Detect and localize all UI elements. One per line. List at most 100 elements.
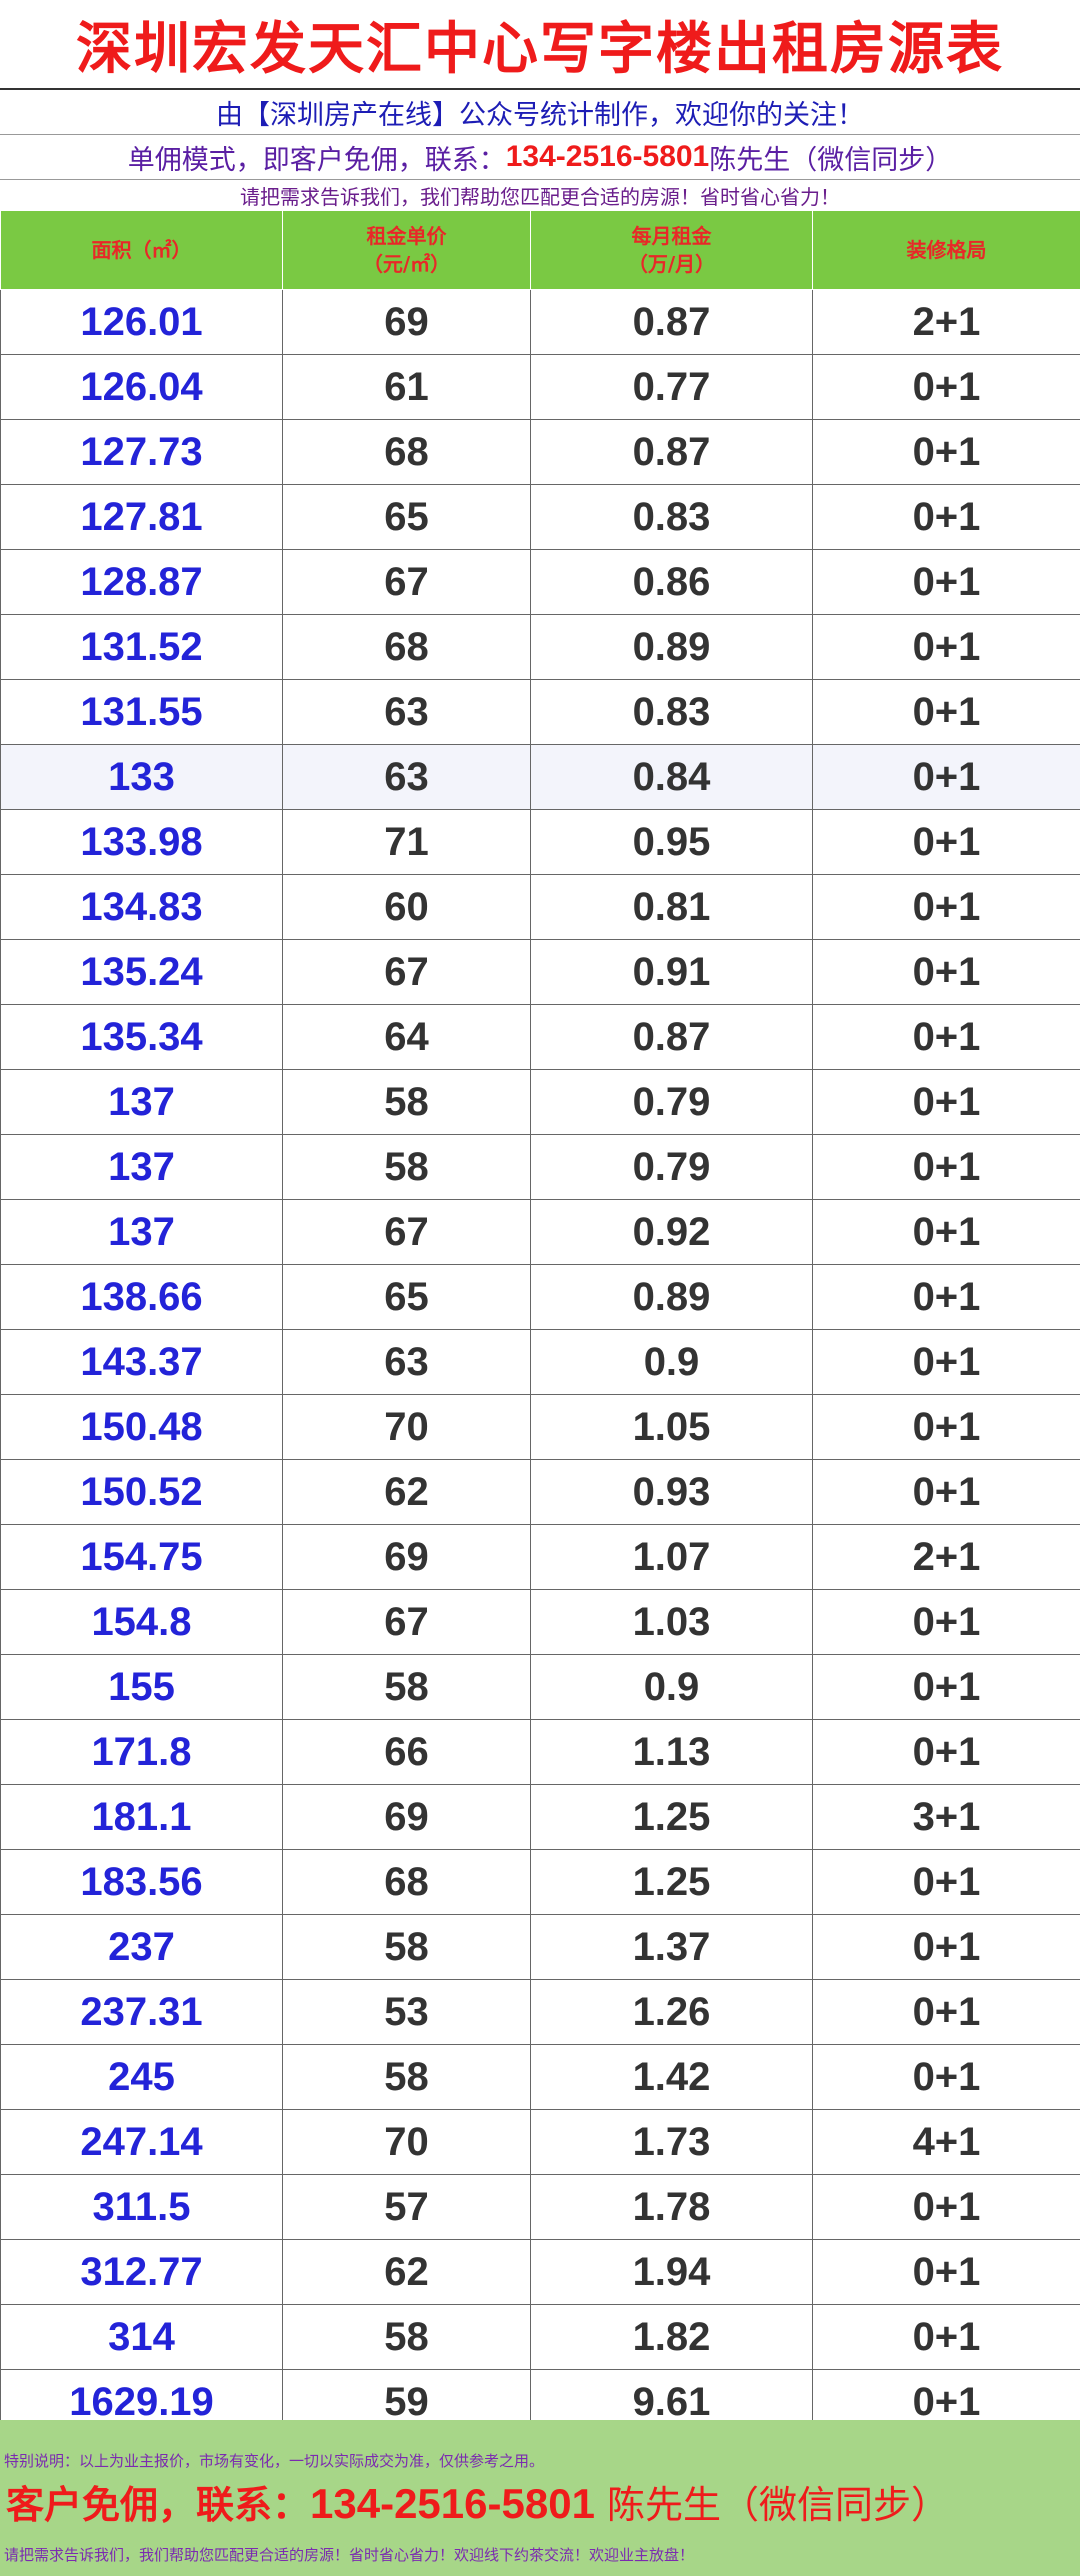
cell-layout: 0+1 — [812, 1264, 1080, 1330]
column-header-layout: 装修格局 — [812, 210, 1080, 290]
cell-unit-price: 71 — [282, 809, 531, 875]
table-row: 155 58 0.9 0+1 — [0, 1654, 1080, 1720]
cell-layout: 4+1 — [812, 2109, 1080, 2175]
cell-unit-price: 58 — [282, 1654, 531, 1720]
table-row: 127.81 65 0.83 0+1 — [0, 484, 1080, 550]
table-row: 137 58 0.79 0+1 — [0, 1134, 1080, 1200]
cell-layout: 0+1 — [812, 1134, 1080, 1200]
contact-suffix: 陈先生（微信同步） — [709, 144, 953, 176]
cell-monthly-rent: 0.87 — [530, 419, 813, 485]
cell-unit-price: 58 — [282, 1914, 531, 1980]
title-bar: 深圳宏发天汇中心写字楼出租房源表 — [0, 0, 1080, 90]
cell-unit-price: 62 — [282, 2239, 531, 2305]
cell-area: 138.66 — [0, 1264, 283, 1330]
cell-area: 137 — [0, 1199, 283, 1265]
cell-area: 131.55 — [0, 679, 283, 745]
footer-phone[interactable]: 134-2516-5801 — [310, 2480, 595, 2527]
table-row: 171.8 66 1.13 0+1 — [0, 1719, 1080, 1785]
table-row: 237.31 53 1.26 0+1 — [0, 1979, 1080, 2045]
cell-monthly-rent: 0.95 — [530, 809, 813, 875]
cell-layout: 0+1 — [812, 419, 1080, 485]
cell-monthly-rent: 1.13 — [530, 1719, 813, 1785]
column-header-area: 面积（㎡） — [0, 210, 283, 290]
cell-area: 135.24 — [0, 939, 283, 1005]
cell-layout: 3+1 — [812, 1784, 1080, 1850]
cell-layout: 0+1 — [812, 549, 1080, 615]
cell-unit-price: 53 — [282, 1979, 531, 2045]
cell-monthly-rent: 1.26 — [530, 1979, 813, 2045]
cell-unit-price: 69 — [282, 1524, 531, 1590]
table-row: 138.66 65 0.89 0+1 — [0, 1264, 1080, 1330]
footer-contact-prefix: 客户免佣，联系： — [6, 2483, 311, 2527]
cell-unit-price: 61 — [282, 354, 531, 420]
cell-layout: 0+1 — [812, 1394, 1080, 1460]
cell-area: 135.34 — [0, 1004, 283, 1070]
table-row: 245 58 1.42 0+1 — [0, 2044, 1080, 2110]
cell-unit-price: 57 — [282, 2174, 531, 2240]
cell-area: 181.1 — [0, 1784, 283, 1850]
cell-monthly-rent: 0.9 — [530, 1329, 813, 1395]
subtitle-credit: 由【深圳房产在线】公众号统计制作，欢迎你的关注！ — [216, 99, 864, 131]
cell-area: 133.98 — [0, 809, 283, 875]
cell-monthly-rent: 0.93 — [530, 1459, 813, 1525]
table-row: 154.75 69 1.07 2+1 — [0, 1524, 1080, 1590]
table-row: 311.5 57 1.78 0+1 — [0, 2174, 1080, 2240]
cell-monthly-rent: 1.73 — [530, 2109, 813, 2175]
column-header-unit-price: 租金单价 （元/㎡） — [282, 210, 531, 290]
table-row: 131.55 63 0.83 0+1 — [0, 679, 1080, 745]
table-row: 150.52 62 0.93 0+1 — [0, 1459, 1080, 1525]
subtitle-contact: 单佣模式，即客户免佣，联系： 134-2516-5801 陈先生（微信同步） — [0, 134, 1080, 179]
cell-unit-price: 69 — [282, 1784, 531, 1850]
cell-monthly-rent: 0.9 — [530, 1654, 813, 1720]
table-row: 133 63 0.84 0+1 — [0, 744, 1080, 810]
table-header-row: 面积（㎡） 租金单价 （元/㎡） 每月租金 （万/月） 装修格局 — [0, 210, 1080, 290]
cell-area: 154.8 — [0, 1589, 283, 1655]
cell-layout: 0+1 — [812, 679, 1080, 745]
cell-layout: 0+1 — [812, 2304, 1080, 2370]
table-row: 181.1 69 1.25 3+1 — [0, 1784, 1080, 1850]
table-row: 314 58 1.82 0+1 — [0, 2304, 1080, 2370]
table-row: 183.56 68 1.25 0+1 — [0, 1849, 1080, 1915]
cell-unit-price: 70 — [282, 1394, 531, 1460]
contact-phone[interactable]: 134-2516-5801 — [506, 140, 710, 174]
cell-unit-price: 69 — [282, 289, 531, 355]
cell-layout: 0+1 — [812, 1459, 1080, 1525]
cell-monthly-rent: 0.81 — [530, 874, 813, 940]
cell-layout: 0+1 — [812, 1589, 1080, 1655]
listing-table: 面积（㎡） 租金单价 （元/㎡） 每月租金 （万/月） 装修格局 126.01 6… — [0, 210, 1080, 2435]
cell-monthly-rent: 0.87 — [530, 1004, 813, 1070]
cell-area: 150.52 — [0, 1459, 283, 1525]
cell-unit-price: 60 — [282, 874, 531, 940]
cell-monthly-rent: 0.84 — [530, 744, 813, 810]
cell-layout: 0+1 — [812, 354, 1080, 420]
table-row: 143.37 63 0.9 0+1 — [0, 1329, 1080, 1395]
cell-area: 137 — [0, 1134, 283, 1200]
cell-unit-price: 68 — [282, 419, 531, 485]
column-header-monthly-rent: 每月租金 （万/月） — [530, 210, 813, 290]
cell-monthly-rent: 0.83 — [530, 484, 813, 550]
cell-layout: 0+1 — [812, 2044, 1080, 2110]
cell-monthly-rent: 1.07 — [530, 1524, 813, 1590]
cell-layout: 2+1 — [812, 289, 1080, 355]
table-row: 237 58 1.37 0+1 — [0, 1914, 1080, 1980]
cell-area: 237.31 — [0, 1979, 283, 2045]
cell-area: 126.04 — [0, 354, 283, 420]
cell-monthly-rent: 0.91 — [530, 939, 813, 1005]
cell-layout: 0+1 — [812, 939, 1080, 1005]
cell-unit-price: 62 — [282, 1459, 531, 1525]
cell-layout: 0+1 — [812, 484, 1080, 550]
cell-area: 137 — [0, 1069, 283, 1135]
table-row: 135.24 67 0.91 0+1 — [0, 939, 1080, 1005]
cell-unit-price: 63 — [282, 679, 531, 745]
cell-area: 311.5 — [0, 2174, 283, 2240]
cell-area: 237 — [0, 1914, 283, 1980]
cell-monthly-rent: 1.42 — [530, 2044, 813, 2110]
cell-layout: 0+1 — [812, 614, 1080, 680]
cell-area: 134.83 — [0, 874, 283, 940]
cell-monthly-rent: 1.03 — [530, 1589, 813, 1655]
cell-unit-price: 67 — [282, 549, 531, 615]
cell-layout: 0+1 — [812, 809, 1080, 875]
cell-area: 131.52 — [0, 614, 283, 680]
cell-monthly-rent: 1.05 — [530, 1394, 813, 1460]
cell-unit-price: 68 — [282, 614, 531, 680]
